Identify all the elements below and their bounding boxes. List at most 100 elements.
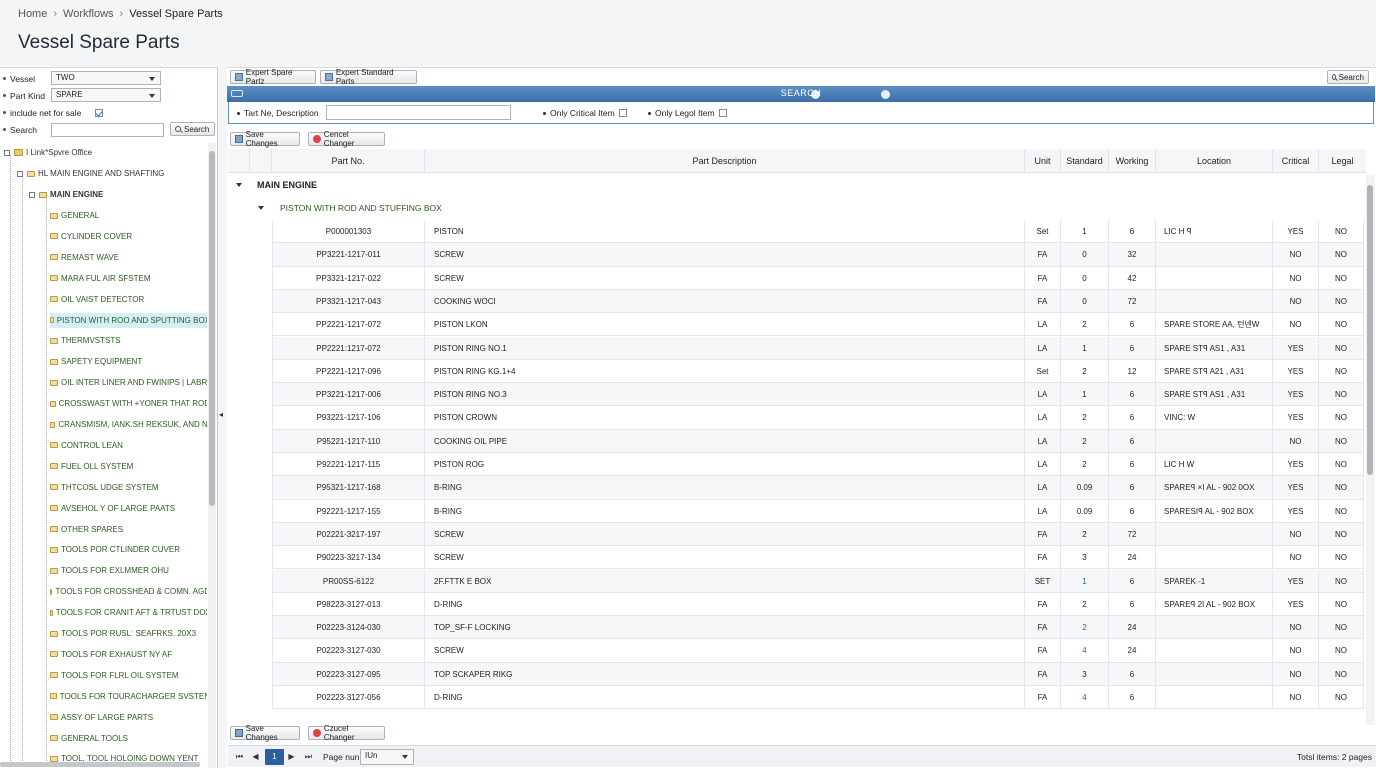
table-row[interactable]: P02223-3127-095 TOP SCKAPER RIKG FA 3 6 NO NO [272,662,1364,686]
tree-item[interactable]: PISTON WITH ROO AND SPUTTING BOX [50,312,207,328]
col-part-no[interactable]: Part No. [272,149,425,173]
table-row[interactable]: PP3321-1217-022 SCREW FA 0 42 NO NO [272,266,1364,290]
table-row[interactable]: P02223-3124-030 TOP_SF-F LOCKING FA 2 24 NO NO [272,616,1364,640]
export-spare-parts-button[interactable]: Expert Spare Partz [230,68,316,86]
table-row[interactable]: P90223-3217-134 SCREW FA 3 24 NO NO [272,546,1364,570]
cell-legal: NO [1319,569,1364,593]
table-row[interactable]: P02223-3127-056 D-RING FA 4 6 NO NO [272,686,1364,709]
col-location[interactable]: Location [1156,149,1273,173]
col-standard[interactable]: Standard [1061,149,1109,173]
tree-item[interactable]: MARA FUL AIR SFSTEM [50,271,207,286]
tree-item-label: OIL INTER LINER AND FWINIPS | LABR [61,378,207,388]
grid-scrollbar[interactable] [1366,175,1375,725]
first-page-icon[interactable]: ⏮ [232,749,247,765]
tree-item[interactable]: AVSEHOL Y OF LARGE PAATS [50,501,207,516]
table-row[interactable]: PP2221-1217-072 PISTON LKON LA 2 6 SPARE STOR… [272,313,1364,337]
tree-scrollbar[interactable] [208,143,216,768]
scrollbar-thumb[interactable] [209,151,215,506]
group-row-piston[interactable]: PISTON WITH ROD AND STUFFING BOX [228,196,442,219]
tree-item[interactable]: CYLINDER COVER [50,229,207,244]
page-size-select[interactable]: IUn [360,749,414,765]
table-row[interactable]: PP3221-1217-011 SCREW FA 0 32 NO NO [272,243,1364,267]
search-panel-header[interactable]: SEARCH [227,86,1375,102]
tree-level2[interactable]: MAIN ENGINE [29,187,103,202]
collapse-icon[interactable] [4,149,10,156]
col-part-description[interactable]: Part Description [425,149,1025,173]
save-changes-button-top[interactable]: Save Changes [230,130,300,148]
scrollbar-thumb[interactable] [1367,185,1373,475]
tree-item[interactable]: SAPETY EQUIPMENT [50,354,207,369]
breadcrumb-workflows[interactable]: Workflows [63,8,114,20]
col-working[interactable]: Working [1109,149,1156,173]
part-description-input[interactable] [326,105,511,120]
table-row[interactable]: P92221-1217-155 B-RING LA 0.09 6 SPARESIꟼ AL … [272,499,1364,523]
tree-item[interactable]: ASSY OF LARGE PARTS [50,710,207,725]
vessel-select[interactable]: TWO [51,71,161,85]
prev-page-icon[interactable]: ◀ [248,749,263,765]
tree-item[interactable]: OIL INTER LINER AND FWINIPS | LABR [50,375,207,390]
cancel-changes-button-top[interactable]: Cencel Changer [308,130,385,148]
tree-item[interactable]: FUEL OLL SYSTEM [50,459,207,474]
tree-item[interactable]: TOOLS POR RUSL: SEAFRKS. 20X3 [50,626,207,641]
table-row[interactable]: P02221-3217-197 SCREW FA 2 72 NO NO [272,522,1364,547]
tree-root[interactable]: I Link*Spvre Office [4,145,92,160]
collapse-left-panel-icon[interactable]: ◂ [219,410,225,430]
table-row[interactable]: PP2221:1217-072 PISTON RING NO.1 LA 1 6 SPARE… [272,336,1364,360]
tree-item[interactable]: GENERAL TOOLS [50,731,207,746]
tree-item[interactable]: CROSSWAST WITH +YONER THAT ROD [50,396,207,411]
collapse-icon[interactable] [29,191,35,198]
top-search-button[interactable]: Search [1327,70,1369,84]
table-row[interactable]: P93221-1217-106 PISTON CROWN LA 2 6 VINC: W YE… [272,406,1364,430]
tree-item[interactable]: THERMVSTSTS [50,333,207,348]
table-row[interactable]: PP2221-1217-096 PISTON RING KG.1+4 Set 2 12 S… [272,359,1364,384]
tree-item[interactable]: TOOLS POR CTLINDER CUVER [50,542,207,557]
table-row[interactable]: P95221-1217-110 COOKING OIL PIPE LA 2 6 NO NO [272,429,1364,453]
current-page-button[interactable]: 1 [265,749,284,765]
expand-circle-icon[interactable] [881,90,890,99]
table-row[interactable]: P92221-1217-115 PISTON ROG LA 2 6 LIC H W YES N… [272,453,1364,477]
only-critical-checkbox[interactable] [618,109,627,117]
tree-search-input[interactable] [51,123,164,137]
tree-item[interactable]: OTHER SPARES [50,522,207,537]
tree-item[interactable]: TOOLS FOR EXHAUST NY AF [50,647,207,662]
tree-item[interactable]: TOOLS FOR TOURACHARGER SVSTEN [50,689,207,704]
tree-item[interactable]: GENERAL [50,208,207,223]
table-row[interactable]: PP3321-1217-043 COOKING WOCI FA 0 72 NO NO [272,289,1364,314]
tree-item[interactable]: OIL VAIST DETECTOR [50,292,207,307]
col-unit[interactable]: Unit [1025,149,1061,173]
expand-triangle-icon[interactable] [258,205,264,210]
tree-level1[interactable]: HL MAIN ENGINE AND SHAFTING [17,166,164,181]
col-legal[interactable]: Legal [1319,149,1366,173]
table-row[interactable]: PP3221-1217-006 PISTON RING NO.3 LA 1 6 SPARE… [272,383,1364,407]
tree-item[interactable]: TOOLS FOR CRANIT AFT & TRTUST DO2 [50,605,207,620]
include-checkbox[interactable] [95,108,104,117]
tree-item[interactable]: TOOLS FOR CROSSHEAD & COMN. AGD [50,584,207,599]
tree-item[interactable]: THTCOSL UDGE SYSTEM [50,480,207,495]
cell-location: LIC H ꟼ [1156,220,1273,243]
breadcrumb-home[interactable]: Home [18,8,47,20]
group-row-main-engine[interactable]: MAIN ENGINE [228,173,317,196]
tree-horizontal-scrollbar[interactable] [0,762,200,767]
part-kind-select[interactable]: SPARE [51,88,161,102]
only-legal-checkbox[interactable] [718,109,727,117]
table-row[interactable]: P98223-3127-013 D-RING FA 2 6 SPAREꟼ 2I AL - … [272,592,1364,617]
tree-item[interactable]: CONTROL LEAN [50,438,207,453]
table-row[interactable]: P02223-3127-030 SCREW FA 4 24 NO NO [272,639,1364,663]
expand-triangle-icon[interactable] [236,182,242,187]
col-critical[interactable]: Critical [1273,149,1319,173]
last-page-icon[interactable]: ⏭ [301,749,316,765]
collapse-icon[interactable] [17,170,23,177]
tree-item[interactable]: TOOLS FOR FLRL OIL SYSTEM [50,668,207,683]
table-row[interactable]: P000001303 PISTON Set 1 6 LIC H ꟼ YES NO [272,220,1364,244]
tree-item[interactable]: TOOLS FOR EXLMMER OHU [50,563,207,578]
table-row[interactable]: PR00SS-6122 2F.FTTK E BOX SET 1 6 SPAREK -1 YE… [272,569,1364,593]
save-changes-button-bottom[interactable]: Save Changes [230,724,300,742]
tree-search-button[interactable]: Search [170,122,215,136]
export-standard-parts-button[interactable]: Expert Standard Parts [320,68,417,86]
tree-item[interactable]: REMAST WAVE [50,250,207,265]
cell-location: SPARESIꟼ AL - 902 BOX [1156,499,1273,523]
cancel-changes-button-bottom[interactable]: Czucel Changer [308,724,385,742]
next-page-icon[interactable]: ▶ [284,749,299,765]
tree-item[interactable]: CRANSMISM, IANK.SH REKSUK, AND NI [50,417,207,432]
table-row[interactable]: P95321-1217-168 B-RING LA 0.09 6 SPAREꟼ ×I AL… [272,476,1364,500]
